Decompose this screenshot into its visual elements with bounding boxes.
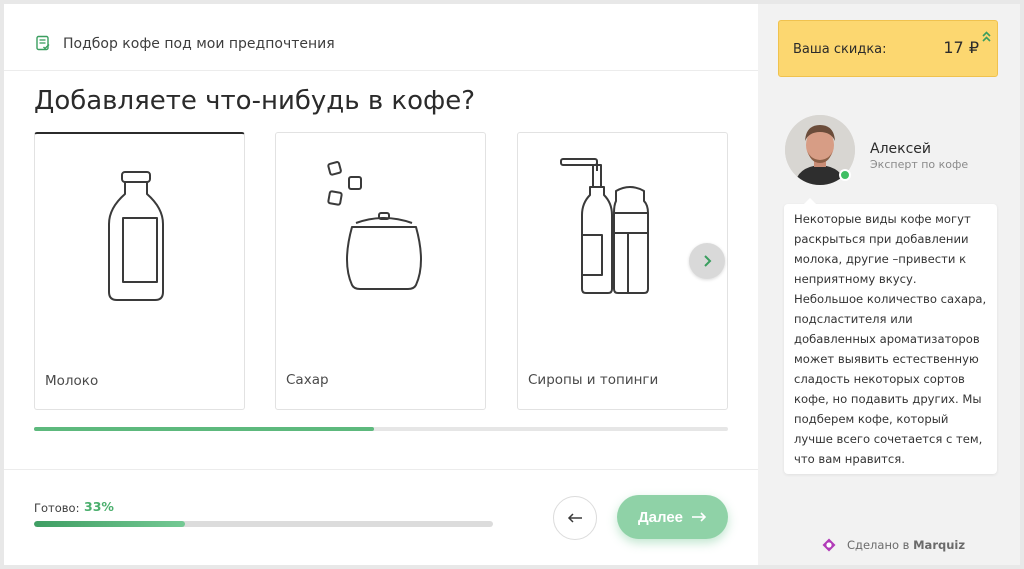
discount-box: Ваша скидка: 17 ₽: [778, 20, 998, 77]
quiz-header: Подбор кофе под мои предпочтения: [4, 4, 758, 71]
quiz-title: Подбор кофе под мои предпочтения: [63, 36, 335, 52]
chevron-right-icon: [704, 255, 712, 267]
carousel-next-button[interactable]: [689, 243, 725, 279]
arrow-right-icon: [692, 512, 707, 522]
expert-role: Эксперт по кофе: [870, 158, 969, 171]
syrup-bottles-icon: [560, 158, 649, 294]
made-by-link[interactable]: Сделано в Marquiz: [822, 538, 965, 552]
double-chevron-up-icon: [982, 31, 991, 42]
progress-value: 33%: [84, 499, 114, 514]
option-label: Сиропы и топинги: [528, 372, 659, 388]
quiz-main: Подбор кофе под мои предпочтения Добавля…: [4, 4, 758, 565]
option-card-milk[interactable]: Молоко: [34, 132, 245, 410]
arrow-left-icon: [567, 513, 582, 523]
milk-bottle-icon: [108, 171, 164, 301]
carousel-scrollbar-thumb[interactable]: [34, 427, 375, 431]
progress-label: Готово:: [34, 501, 80, 515]
quiz-footer: Готово: 33% Далее: [4, 469, 758, 565]
progress-bar: [34, 521, 493, 527]
back-button[interactable]: [553, 496, 597, 540]
question-title: Добавляете что-нибудь в кофе?: [34, 86, 476, 116]
quiz-sidebar: Ваша скидка: 17 ₽ Алексей Эксперт по коф…: [758, 4, 1020, 565]
discount-label: Ваша скидка:: [793, 42, 887, 57]
online-status-dot: [839, 169, 851, 181]
sugar-bowl-icon: [327, 161, 422, 290]
made-by-prefix: Сделано в: [847, 538, 910, 552]
expert-name: Алексей: [870, 141, 932, 157]
discount-value: 17 ₽: [943, 38, 979, 57]
expert-message: Некоторые виды кофе могут раскрыться при…: [784, 198, 997, 474]
progress-bar-fill: [34, 521, 186, 527]
next-button[interactable]: Далее: [617, 495, 728, 539]
next-button-label: Далее: [637, 508, 684, 526]
marquiz-logo-icon: [822, 538, 836, 552]
option-label: Сахар: [286, 372, 329, 388]
clipboard-check-icon: [36, 35, 50, 51]
carousel-scrollbar[interactable]: [34, 427, 728, 431]
made-by-brand: Marquiz: [913, 538, 966, 552]
quiz-window: Подбор кофе под мои предпочтения Добавля…: [4, 4, 1020, 565]
option-card-sugar[interactable]: Сахар: [275, 132, 486, 410]
option-label: Молоко: [45, 373, 99, 389]
